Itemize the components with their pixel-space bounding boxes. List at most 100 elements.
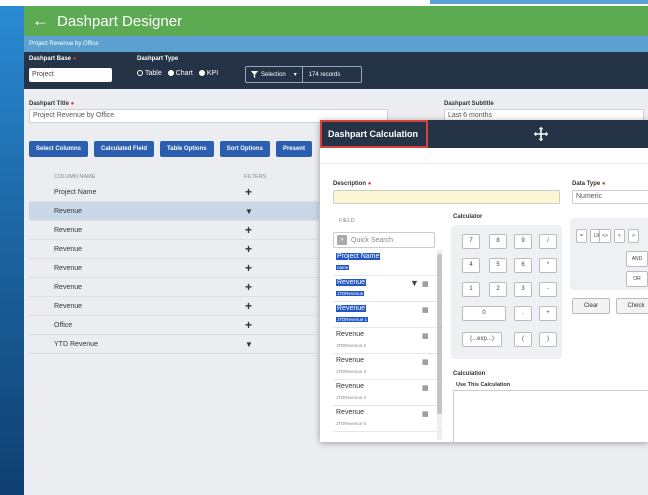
field-list-item[interactable]: Revenue JTDRevenue 3 ▦ — [333, 354, 443, 380]
calculated-field-button[interactable]: Calculated Field — [94, 141, 155, 157]
calculator-key[interactable]: 3 — [514, 282, 532, 297]
add-filter-icon[interactable]: + — [244, 299, 319, 313]
base-field[interactable]: Project — [29, 68, 112, 82]
field-code: name — [336, 265, 350, 270]
calculator-icon[interactable]: ▦ — [422, 384, 429, 392]
add-filter-icon[interactable]: + — [244, 185, 319, 199]
field-name: Revenue — [336, 305, 367, 312]
add-filter-icon[interactable]: + — [244, 242, 319, 256]
radio-kpi[interactable]: KPI — [198, 70, 218, 77]
table-row[interactable]: Revenue + — [29, 297, 319, 316]
field-code: JTDRevenue 2 — [336, 343, 367, 348]
dialog-header[interactable]: Dashpart Calculation — [320, 120, 648, 148]
equals-operator-button[interactable]: = — [576, 229, 587, 243]
filter-icon[interactable]: ▼ — [410, 278, 419, 288]
field-list-item[interactable]: Revenue JTDRevenue 2 ▦ — [333, 328, 443, 354]
and-button[interactable]: AND — [626, 251, 648, 267]
select-columns-button[interactable]: Select Columns — [29, 141, 89, 157]
field-list-item[interactable]: Revenue JTDRevenue 5 ▦ — [333, 406, 443, 432]
calculator-key[interactable]: 8 — [489, 234, 507, 249]
search-toggle-icon[interactable]: » — [337, 235, 347, 245]
records-count: 174 records — [308, 71, 341, 78]
filter-icon[interactable]: ▼ — [244, 340, 319, 349]
calculator-icon[interactable]: ▦ — [422, 280, 429, 288]
table-row[interactable]: Revenue + — [29, 221, 319, 240]
base-label: Dashpart Base ● — [29, 56, 77, 62]
description-input[interactable] — [333, 190, 560, 204]
selection-dropdown[interactable]: Selection ▾ — [246, 67, 303, 82]
calculator-key[interactable]: 0 — [462, 306, 506, 321]
calculator-key[interactable]: 9 — [514, 234, 532, 249]
quick-search-input[interactable]: » Quick Search — [333, 232, 435, 248]
or-button[interactable]: OR — [626, 271, 648, 287]
calculator-key[interactable]: 2 — [489, 282, 507, 297]
field-list-scrollbar[interactable] — [437, 250, 442, 440]
page-title: Dashpart Designer — [57, 12, 183, 30]
calculator-key[interactable]: ( — [514, 332, 532, 347]
calculator-icon[interactable]: ▦ — [422, 306, 429, 314]
calculator-icon[interactable]: ▦ — [422, 332, 429, 340]
columns-table: COLUMN NAME FILTERS Project Name + Revenue… — [29, 171, 319, 354]
calculator-key[interactable]: 7 — [462, 234, 480, 249]
table-row[interactable]: Office + — [29, 316, 319, 335]
selection-control[interactable]: Selection ▾ 174 records — [245, 66, 362, 83]
calculator-icon[interactable]: ▦ — [422, 410, 429, 418]
greater-than-operator-button[interactable]: > — [628, 229, 639, 243]
not-equal-operator-button[interactable]: <> — [599, 229, 611, 243]
add-filter-icon[interactable]: + — [244, 261, 319, 275]
presentation-button[interactable]: Present — [275, 141, 312, 157]
add-filter-icon[interactable]: + — [244, 223, 319, 237]
title-label: Dashpart Title ● — [29, 101, 75, 107]
filter-icon — [251, 71, 258, 78]
column-name-cell: Revenue — [54, 245, 83, 253]
calculator-label: Calculator — [453, 214, 483, 220]
move-icon[interactable] — [533, 126, 549, 142]
calculator-key[interactable]: * — [539, 258, 557, 273]
column-name-cell: Revenue — [54, 264, 83, 272]
calculation-label: Calculation — [453, 371, 486, 377]
field-list-item[interactable]: Revenue JTDRevenue 1 ▦ — [333, 302, 443, 328]
clear-button[interactable]: Clear — [572, 298, 610, 314]
table-row[interactable]: Revenue + — [29, 259, 319, 278]
calculator-key[interactable]: 4 — [462, 258, 480, 273]
calculator-key[interactable]: 5 — [489, 258, 507, 273]
calculator-key[interactable]: (...exp...) — [462, 332, 502, 347]
add-filter-icon[interactable]: + — [244, 280, 319, 294]
dialog-title: Dashpart Calculation — [320, 120, 428, 148]
add-filter-icon[interactable]: + — [244, 318, 319, 332]
calculator-key[interactable]: . — [514, 306, 532, 321]
calculator-icon[interactable]: ▦ — [422, 358, 429, 366]
field-code: JTDRevenue — [336, 291, 365, 296]
check-button[interactable]: Check — [616, 298, 648, 314]
field-list-item[interactable]: Revenue JTDRevenue 4 ▦ — [333, 380, 443, 406]
table-row[interactable]: Revenue ▼ — [29, 202, 319, 221]
field-list-item[interactable]: Project Name name — [333, 250, 443, 276]
column-name-cell: Revenue — [54, 207, 83, 215]
radio-chart[interactable]: Chart — [167, 70, 193, 77]
filter-icon[interactable]: ▼ — [244, 207, 319, 216]
calculator-key[interactable]: - — [539, 282, 557, 297]
calculator-key[interactable]: 1 — [462, 282, 480, 297]
calculator-key[interactable]: ) — [539, 332, 557, 347]
field-list-item[interactable]: Revenue JTDRevenue ▼ ▦ — [333, 276, 443, 302]
table-row[interactable]: Revenue + — [29, 240, 319, 259]
table-row[interactable]: Revenue + — [29, 278, 319, 297]
scroll-thumb[interactable] — [437, 254, 442, 414]
calculator-key[interactable]: / — [539, 234, 557, 249]
radio-table[interactable]: Table — [137, 70, 162, 77]
calculator-key[interactable]: + — [539, 306, 557, 321]
field-name: Project Name — [336, 253, 381, 260]
radio-circle-icon — [198, 70, 205, 77]
table-row[interactable]: Project Name + — [29, 183, 319, 202]
table-options-button[interactable]: Table Options — [160, 141, 214, 157]
table-row[interactable]: YTD Revenue ▼ — [29, 335, 319, 354]
calculation-textarea[interactable] — [453, 390, 648, 442]
datatype-select[interactable]: Numeric — [572, 190, 648, 204]
column-name-cell: Revenue — [54, 226, 83, 234]
field-name: Revenue — [336, 409, 365, 416]
filters-header: FILTERS — [244, 174, 267, 180]
less-than-operator-button[interactable]: < — [614, 229, 625, 243]
calculator-key[interactable]: 6 — [514, 258, 532, 273]
back-arrow-icon[interactable]: ← — [32, 11, 49, 31]
sort-options-button[interactable]: Sort Options — [219, 141, 270, 157]
